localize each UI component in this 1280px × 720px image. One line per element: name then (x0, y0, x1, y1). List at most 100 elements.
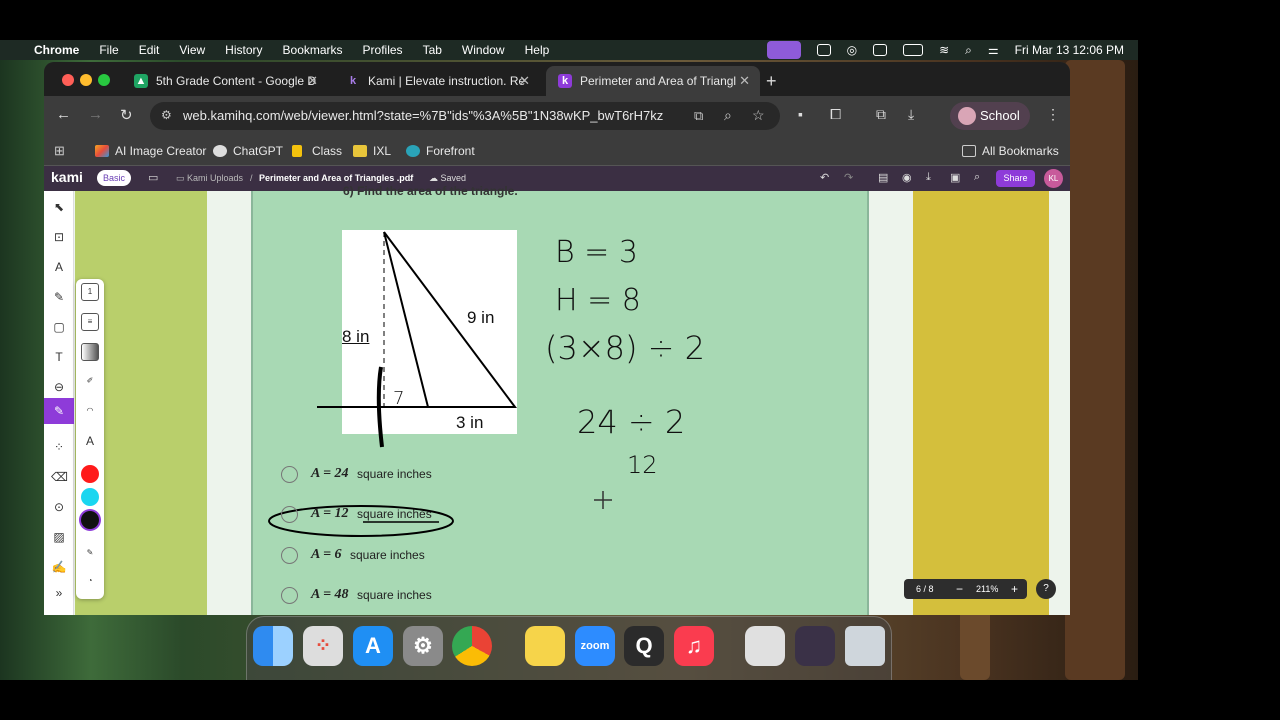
eraser-icon[interactable]: ⌫ (51, 469, 68, 485)
download-icon[interactable]: ⤓ (908, 106, 914, 123)
highlighter-icon[interactable]: ✎ (51, 289, 67, 305)
radio-button[interactable] (281, 466, 298, 483)
share-button[interactable]: Share (996, 170, 1035, 187)
download-icon[interactable]: ⤓ (926, 171, 931, 184)
folder-crumb[interactable]: ▭ Kami Uploads (176, 166, 243, 191)
message-icon[interactable] (816, 44, 831, 56)
launchpad-icon[interactable]: ⁘ (303, 626, 343, 666)
close-tab-icon[interactable]: ✕ (739, 66, 750, 96)
install-app-icon[interactable]: ⧉ (694, 108, 703, 124)
palette-icon[interactable]: ◔ (81, 573, 99, 591)
airplay-icon[interactable]: ◎ (847, 43, 857, 57)
wifi-icon[interactable]: ≋ (939, 43, 949, 57)
select-icon[interactable]: ⬉ (51, 199, 67, 215)
chrome-window-thumb-icon[interactable] (745, 626, 785, 666)
bookmark-ai-image-creator[interactable]: AI Image Creator (95, 136, 206, 166)
search-icon[interactable]: ⌕ (974, 171, 980, 184)
menu-history[interactable]: History (225, 43, 262, 57)
user-avatar[interactable]: KL (1044, 169, 1063, 188)
protractor-icon[interactable]: ◠ (81, 403, 99, 421)
close-tab-icon[interactable]: ✕ (307, 66, 318, 96)
document-icon[interactable]: ▤ (878, 171, 888, 184)
drive-icon[interactable]: ▭ (148, 171, 158, 184)
forward-icon[interactable]: → (88, 106, 103, 123)
puzzle-icon[interactable]: ⧠ (830, 106, 841, 123)
maximize-window-icon[interactable] (98, 74, 110, 86)
radio-button[interactable] (281, 506, 298, 523)
bookmark-class[interactable]: Class (292, 136, 342, 166)
screen-share-icon[interactable] (766, 41, 801, 59)
radio-button[interactable] (281, 547, 298, 564)
more-menu-icon[interactable]: ⋮ (1046, 106, 1060, 123)
url-text[interactable]: web.kamihq.com/web/viewer.html?state=%7B… (183, 102, 663, 130)
site-settings-icon[interactable]: ⚙ (161, 108, 172, 122)
eye-icon[interactable]: ◉ (902, 171, 912, 184)
menu-file[interactable]: File (99, 43, 118, 57)
image-icon[interactable]: ▨ (51, 529, 67, 545)
eyedropper-icon[interactable]: ✎ (81, 545, 99, 563)
control-center-icon[interactable]: ⚌ (988, 43, 999, 57)
cast-icon[interactable]: ⧉ (876, 106, 886, 123)
chrome-window-thumb-icon[interactable] (795, 626, 835, 666)
extension-icon[interactable]: ▪ (798, 106, 803, 122)
profile-button[interactable]: School (950, 102, 1030, 130)
clock-text[interactable]: Fri Mar 13 12:06 PM (1015, 43, 1124, 57)
chrome-icon[interactable] (452, 626, 492, 666)
all-bookmarks-button[interactable]: All Bookmarks (962, 136, 1059, 166)
expand-icon[interactable]: » (51, 585, 67, 601)
stroke-width-select[interactable]: 1 (81, 283, 99, 301)
system-settings-icon[interactable]: ⚙ (403, 626, 443, 666)
bookmark-ixl[interactable]: IXL (353, 136, 391, 166)
reload-icon[interactable]: ↻ (120, 106, 133, 124)
music-icon[interactable]: ♫ (674, 626, 714, 666)
quicktime-icon[interactable]: Q (624, 626, 664, 666)
address-bar[interactable]: ⚙ web.kamihq.com/web/viewer.html?state=%… (150, 102, 780, 130)
help-button[interactable]: ? (1036, 579, 1056, 599)
color-swatch-red[interactable] (81, 465, 99, 483)
notes-icon[interactable] (525, 626, 565, 666)
signature-icon[interactable]: ✍ (51, 559, 67, 575)
menu-view[interactable]: View (179, 43, 205, 57)
new-tab-icon[interactable]: + (766, 66, 777, 96)
menu-tab[interactable]: Tab (423, 43, 442, 57)
bookmark-star-icon[interactable]: ☆ (752, 107, 765, 124)
page-indicator[interactable]: 6 / 8 (916, 579, 934, 599)
pen-icon[interactable]: ✐ (81, 373, 99, 391)
zoom-out-icon[interactable]: − (956, 579, 963, 599)
comment-icon[interactable]: ▢ (51, 319, 67, 335)
color-swatch-black[interactable] (81, 511, 99, 529)
close-tab-icon[interactable]: ✕ (519, 66, 530, 96)
apps-grid-icon[interactable]: ⊞ (54, 143, 65, 159)
draw-icon[interactable]: ✎ (44, 398, 74, 424)
print-icon[interactable]: ▣ (950, 171, 960, 184)
add-media-icon[interactable]: ⊙ (51, 499, 67, 515)
tab-kami-home[interactable]: k Kami | Elevate instruction. Re ✕ (334, 66, 540, 96)
menu-edit[interactable]: Edit (139, 43, 160, 57)
radio-button[interactable] (281, 587, 298, 604)
zoom-icon[interactable]: ⌕ (724, 107, 732, 124)
minimize-window-icon[interactable] (80, 74, 92, 86)
line-style-icon[interactable]: ≡ (81, 313, 99, 331)
app-store-icon[interactable]: A (353, 626, 393, 666)
screenshot-icon[interactable]: ⊡ (51, 229, 67, 245)
bookmark-forefront[interactable]: Forefront (406, 136, 475, 166)
text-icon[interactable]: T (51, 349, 67, 365)
color-swatch-cyan[interactable] (81, 488, 99, 506)
window-icon[interactable] (873, 44, 888, 56)
tab-drive[interactable]: ▲ 5th Grade Content - Google D ✕ (122, 66, 328, 96)
close-window-icon[interactable] (62, 74, 74, 86)
opacity-icon[interactable] (81, 343, 99, 361)
zoom-in-icon[interactable]: + (1011, 579, 1018, 599)
finder-icon[interactable] (253, 626, 293, 666)
search-icon[interactable]: ⌕ (965, 43, 972, 58)
redo-icon[interactable]: ↷ (844, 171, 853, 184)
menu-bookmarks[interactable]: Bookmarks (283, 43, 343, 57)
menu-profiles[interactable]: Profiles (363, 43, 403, 57)
battery-icon[interactable] (903, 44, 924, 56)
shapes-icon[interactable]: ⁘ (51, 439, 67, 455)
menu-app-name[interactable]: Chrome (34, 43, 79, 57)
text-style-icon[interactable]: A (81, 433, 99, 451)
back-icon[interactable]: ← (56, 106, 71, 123)
kami-logo[interactable]: kami (51, 169, 83, 185)
zoom-app-icon[interactable]: zoom (575, 626, 615, 666)
